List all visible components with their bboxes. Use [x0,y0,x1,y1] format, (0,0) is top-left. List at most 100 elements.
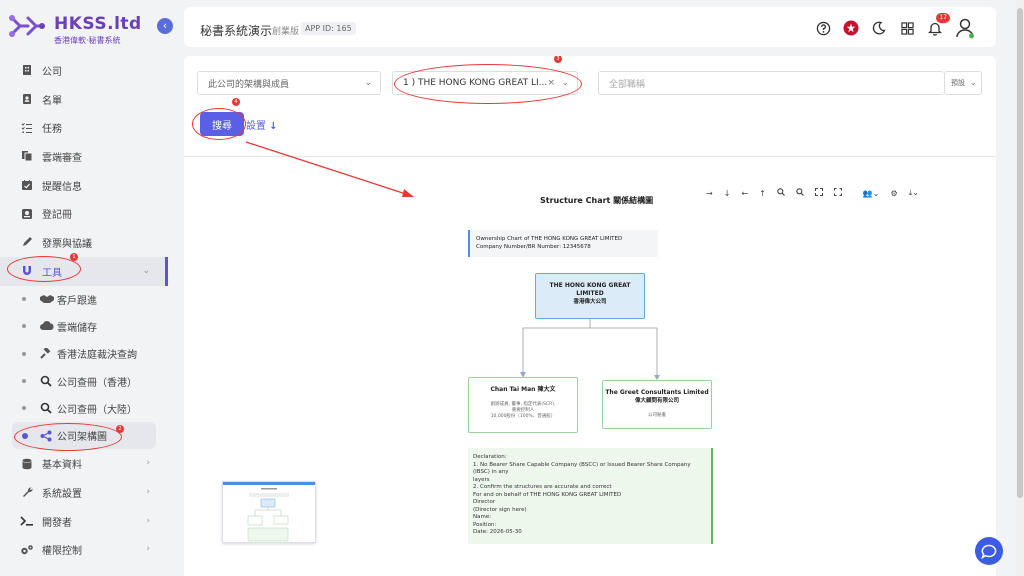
move-down-icon[interactable]: ↓ [724,189,731,198]
settings-gear-icon[interactable]: ⚙ [890,189,897,198]
sidebar-item-reminders[interactable]: 提醒信息 [0,171,168,200]
search-icon [40,375,54,387]
collapse-sidebar-button[interactable]: ‹ [157,18,173,34]
zoom-in-icon[interactable] [777,188,785,198]
annotation-badge: 2 [116,424,124,433]
chart-title: Structure Chart 關係結構圖 [540,196,654,205]
chevron-down-icon: ⌄ [969,78,977,88]
calendar-check-icon [20,178,34,192]
header-actions: 17 [814,13,976,39]
settings-link[interactable]: 設置 ↓ [246,117,278,132]
sub-item-label: 公司架構圖 [57,432,107,444]
sidebar-item-label: 發票與協議 [42,238,92,250]
sub-item-client-followup[interactable]: 客戶跟進 [0,286,168,313]
sidebar-item-label: 權限控制 [42,546,82,558]
apps-grid-icon[interactable] [898,19,916,37]
person-node[interactable]: Chan Tai Man 陳大文 創辦成員, 董事, 指定代表(SCR), 重要… [468,377,578,433]
sidebar-item-label: 開發者 [42,517,72,529]
chat-bubble-icon [981,544,997,559]
root-name-zh: 香港偉大公司 [573,299,607,305]
sub-item-label: 香港法庭裁決查詢 [57,350,137,362]
secretary-name-en: The Greet Consultants Limited [605,389,709,396]
search-button[interactable]: 搜尋 [200,112,244,136]
sub-item-company-structure[interactable]: 公司架構圖 2 [12,421,156,450]
ownership-info-card: Ownership Chart of THE HONG KONG GREAT L… [468,230,658,257]
move-left-icon[interactable]: ← [741,189,748,198]
sidebar-item-register[interactable]: 登記冊 [0,199,168,228]
declaration-line: Position: [473,521,497,528]
move-up-icon[interactable]: ↑ [759,189,766,198]
search-icon [40,402,54,414]
preset-label: 預設 [951,79,965,87]
sidebar-item-label: 提醒信息 [42,181,82,193]
annotation-badge: 3 [554,56,562,63]
position-placeholder: 全部職稱 [609,79,646,90]
company-select[interactable]: 1 ) THE HONG KONG GREAT LI... × ⌄ [392,71,578,95]
clear-icon[interactable]: × [547,78,555,88]
sidebar-item-basic-info[interactable]: 基本資料 › [0,449,168,478]
sidebar-item-developer[interactable]: 開發者 › [0,507,168,536]
fit-icon[interactable] [814,188,823,198]
copy-icon [20,149,34,163]
preset-select[interactable]: 預設 ⌄ [944,71,982,95]
move-right-icon[interactable]: → [706,189,713,198]
sub-item-label: 公司查冊（大陸） [57,404,137,416]
declaration-line: Date: 2026-05-30 [473,529,522,535]
sub-item-court-search[interactable]: 香港法庭裁決查詢 [0,340,168,367]
chevron-right-icon: › [146,515,150,526]
sub-item-company-search-hk[interactable]: 公司查冊（香港） [0,367,168,394]
page-title: 秘書系統演示 [200,24,273,38]
secretary-role: 公司秘書 [648,413,666,418]
gears-icon [20,543,34,557]
annotation-arrow [245,141,414,197]
person-name: Chan Tai Man 陳大文 [490,386,556,393]
terminal-icon [20,514,34,528]
download-dropdown-icon[interactable]: ⤓⌄ [909,188,919,198]
help-icon[interactable] [814,19,832,37]
root-company-node[interactable]: THE HONG KONG GREAT LIMITED 香港偉大公司 [535,273,645,319]
sidebar-item-contacts[interactable]: 名單 [0,85,168,114]
secretary-company-node[interactable]: The Greet Consultants Limited 偉大顧問有限公司 公… [602,380,712,429]
sidebar-item-tasks[interactable]: 任務 [0,113,168,142]
bell-icon[interactable]: 17 [926,13,950,37]
page-scrollbar[interactable] [1016,0,1024,576]
structure-type-select[interactable]: 此公司的架構與成員 ⌄ [197,71,381,95]
declaration-line: Name: [473,514,492,520]
chat-button[interactable] [975,537,1003,565]
fullscreen-icon[interactable] [833,188,842,198]
logo[interactable]: HKSS.ltd 香港偉軟‧秘書系統 [8,10,141,46]
sidebar-item-invoices[interactable]: 發票與協議 [0,228,168,257]
chart-toolbar: → ↓ ← ↑ 👥⌄ ⚙ ⤓⌄ [706,186,919,200]
edition-label: 創業版 [272,27,300,37]
cloud-icon [40,320,54,332]
ownership-title: Ownership Chart of THE HONG KONG GREAT L… [476,236,623,242]
sub-item-cloud-storage[interactable]: 雲端儲存 [0,313,168,340]
sidebar-item-cloud-review[interactable]: 雲端審查 [0,142,168,171]
chevron-down-icon: ⌄ [364,78,372,88]
zoom-out-icon[interactable] [796,188,804,198]
dark-mode-icon[interactable] [870,19,888,37]
scrollbar-thumb[interactable] [1017,8,1023,498]
sidebar-item-system-settings[interactable]: 系統設置 › [0,478,168,507]
magnet-icon [20,264,34,278]
chart-minimap[interactable] [222,481,316,543]
sidebar-item-tools[interactable]: 工具 ⌄ 1 [0,252,168,286]
sidebar-item-label: 公司 [42,66,62,78]
top-header: 秘書系統演示 創業版 APP ID: 165 17 [184,7,996,47]
register-icon [20,207,34,221]
user-avatar-icon[interactable] [954,17,976,39]
declaration-line: 1. No Bearer Share Capable Company (BSCC… [473,461,691,476]
sub-item-company-search-cn[interactable]: 公司查冊（大陸） [0,395,168,422]
person-shares: 10,000股份（100%，普通股） [490,414,556,419]
declaration-line: (Director sign here) [473,506,527,513]
chevron-down-icon: ⌄ [142,265,150,276]
settings-label: 設置 [246,121,266,132]
position-select[interactable]: 全部職稱 [598,71,944,95]
users-dropdown-icon[interactable]: 👥⌄ [863,189,880,198]
building-icon [20,63,34,77]
sidebar-item-company[interactable]: 公司 [0,56,168,85]
hk-flag-icon[interactable] [842,19,860,37]
bullet-dot [22,406,26,411]
sidebar-item-permissions[interactable]: 權限控制 › [0,535,168,564]
main-content: 此公司的架構與成員 ⌄ 1 ) THE HONG KONG GREAT LI..… [184,56,996,576]
